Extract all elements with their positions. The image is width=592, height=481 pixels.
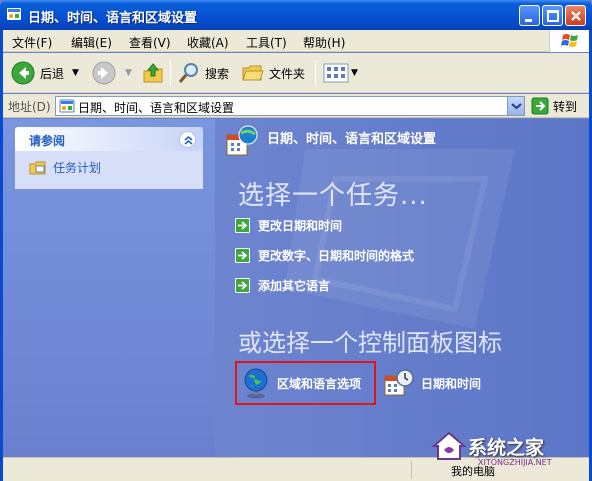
address-bar: 地址(D) 日期、时间、语言和区域设置 转到: [3, 94, 589, 118]
maximize-button[interactable]: [542, 5, 563, 26]
date-time-category-icon: [226, 125, 258, 156]
task-label: 添加其它语言: [258, 278, 331, 293]
search-button[interactable]: 搜索: [177, 59, 229, 87]
minimize-icon: [525, 19, 532, 22]
menu-view[interactable]: 查看(V): [129, 34, 171, 51]
control-panel-icon: [7, 8, 21, 20]
task-label: 更改数字、日期和时间的格式: [258, 248, 415, 263]
go-arrow-icon: [531, 97, 549, 115]
folders-icon: [242, 65, 264, 81]
menu-edit[interactable]: 编辑(E): [71, 34, 112, 51]
task-change-formats[interactable]: 更改数字、日期和时间的格式: [235, 245, 414, 265]
house-logo-icon: [431, 431, 467, 460]
search-label: 搜索: [205, 66, 230, 81]
scheduled-tasks-icon: [29, 161, 46, 175]
main-pane: 日期、时间、语言和区域设置 选择一个任务... 更改日期和时间 更改数字、日期和…: [215, 119, 589, 457]
back-arrow-icon: [11, 61, 35, 85]
highlight-annotation: [235, 361, 376, 405]
pick-task-heading: 选择一个任务...: [238, 181, 428, 211]
address-label: 地址(D): [8, 100, 51, 114]
views-grid-icon: [323, 63, 349, 83]
address-value: 日期、时间、语言和区域设置: [78, 101, 235, 115]
status-separator: [411, 461, 412, 479]
see-also-header[interactable]: 请参阅: [15, 127, 203, 151]
back-dropdown-icon[interactable]: ▼: [72, 68, 79, 78]
window-title: 日期、时间、语言和区域设置: [28, 11, 198, 26]
go-label: 转到: [553, 99, 578, 114]
go-button[interactable]: 转到: [531, 96, 577, 116]
menu-bar: 文件(F) 编辑(E) 查看(V) 收藏(A) 工具(T) 帮助(H): [3, 30, 589, 52]
windows-logo: [549, 30, 589, 52]
folders-label: 文件夹: [269, 66, 306, 81]
toolbar: 后退 ▼ ▼ 搜索 文件夹 ▼: [3, 53, 589, 93]
see-also-panel: 请参阅 任务计划: [15, 127, 203, 189]
chevron-down-icon: [511, 103, 522, 110]
toolbar-separator: [170, 60, 171, 86]
search-icon: [178, 63, 198, 83]
content-area: 请参阅 任务计划 日期、时间、语言和区域设置 选择一个任务... 更改日期和时间…: [3, 119, 589, 457]
close-button[interactable]: [565, 5, 586, 26]
views-button[interactable]: ▼: [323, 59, 358, 87]
green-arrow-icon: [235, 277, 250, 293]
forward-button[interactable]: ▼: [91, 59, 132, 87]
see-also-title: 请参阅: [29, 134, 66, 148]
green-arrow-icon: [235, 217, 250, 233]
back-button[interactable]: 后退 ▼: [10, 59, 79, 87]
toolbar-separator: [315, 60, 316, 86]
menu-tools[interactable]: 工具(T): [246, 34, 287, 51]
menu-help[interactable]: 帮助(H): [303, 34, 345, 51]
task-add-languages[interactable]: 添加其它语言: [235, 275, 330, 295]
up-folder-button[interactable]: [141, 59, 165, 87]
menu-favorites[interactable]: 收藏(A): [187, 34, 229, 51]
views-dropdown-icon[interactable]: ▼: [351, 68, 358, 78]
forward-dropdown-icon[interactable]: ▼: [125, 68, 132, 78]
forward-arrow-icon: [92, 61, 116, 85]
background-calendar-icon: [285, 149, 515, 329]
maximize-icon: [547, 10, 559, 22]
address-input[interactable]: 日期、时间、语言和区域设置: [55, 96, 525, 116]
task-label: 更改日期和时间: [258, 218, 343, 233]
close-icon: [571, 11, 581, 21]
menu-file[interactable]: 文件(F): [12, 34, 52, 51]
control-panel-icon: [59, 99, 75, 113]
page-title: 日期、时间、语言和区域设置: [267, 132, 437, 147]
task-change-date-time[interactable]: 更改日期和时间: [235, 215, 342, 235]
task-pane: 请参阅 任务计划: [3, 119, 215, 457]
address-dropdown-button[interactable]: [507, 97, 524, 115]
title-bar: 日期、时间、语言和区域设置: [0, 0, 592, 30]
watermark-url: XITONGZHIJIA.NET: [478, 458, 552, 467]
up-folder-icon: [143, 63, 163, 83]
date-time-option[interactable]: 日期和时间: [383, 367, 481, 399]
back-label: 后退: [40, 66, 65, 81]
chevron-up-double-icon: [184, 135, 193, 145]
calendar-clock-icon: [384, 369, 414, 396]
link-scheduled-tasks[interactable]: 任务计划: [53, 159, 101, 176]
date-time-label: 日期和时间: [421, 376, 482, 391]
minimize-button[interactable]: [519, 5, 540, 26]
green-arrow-icon: [235, 247, 250, 263]
windows-flag-icon: [561, 34, 578, 47]
pick-icon-heading: 或选择一个控制面板图标: [238, 329, 502, 357]
collapse-button[interactable]: [179, 131, 196, 148]
folders-button[interactable]: 文件夹: [241, 59, 305, 87]
watermark-brand-text: 系统之家: [468, 436, 545, 459]
